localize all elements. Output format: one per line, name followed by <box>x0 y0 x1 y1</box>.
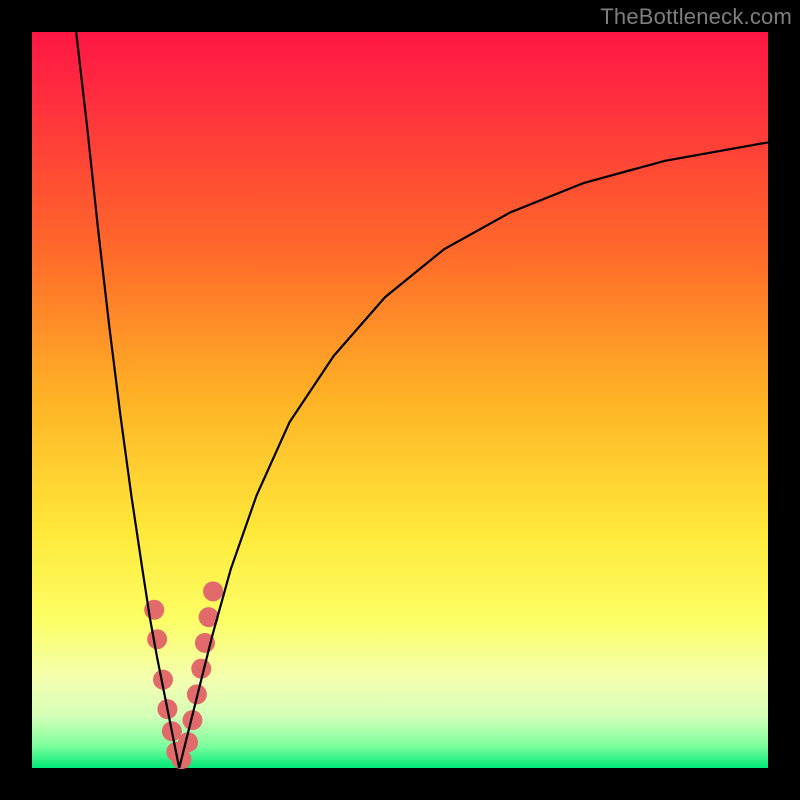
watermark-text: TheBottleneck.com <box>600 4 792 30</box>
gradient-background <box>32 32 768 768</box>
chart-frame: TheBottleneck.com <box>0 0 800 800</box>
data-dot <box>147 629 167 649</box>
data-dot <box>203 581 223 601</box>
chart-svg <box>32 32 768 768</box>
